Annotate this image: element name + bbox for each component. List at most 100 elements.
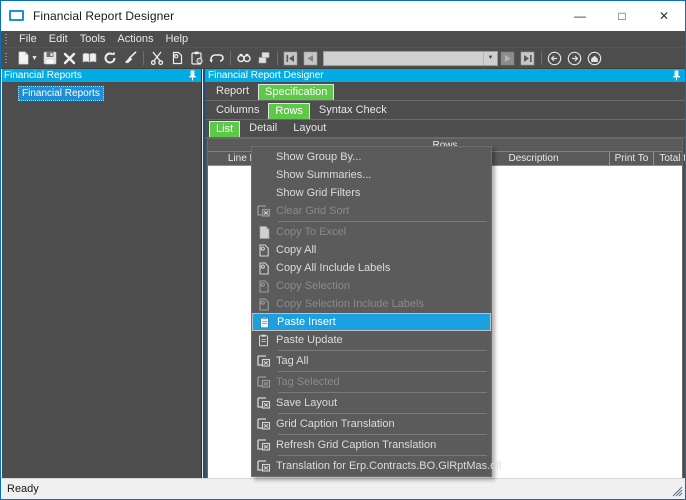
back-icon[interactable] [545, 49, 565, 68]
delete-icon[interactable] [60, 49, 80, 68]
tab-specification[interactable]: Specification [258, 84, 335, 100]
context-separator [278, 434, 487, 435]
tabs-level-1: Report Specification [205, 82, 685, 101]
context-item-translation-for-dll[interactable]: Translation for Erp.Contracts.BO.GlRptMa… [252, 457, 501, 475]
close-button[interactable]: ✕ [643, 1, 685, 31]
save-icon[interactable] [40, 49, 60, 68]
context-item-show-grid-filters[interactable]: Show Grid Filters [252, 184, 491, 202]
copy-icon[interactable] [167, 49, 187, 68]
context-item-refresh-grid-caption-translation[interactable]: Refresh Grid Caption Translation [252, 436, 491, 454]
menu-actions[interactable]: Actions [111, 32, 159, 47]
toolbar-separator-1 [142, 51, 144, 65]
menu-tools[interactable]: Tools [74, 32, 112, 47]
cut-icon[interactable] [147, 49, 167, 68]
find-icon[interactable] [234, 49, 254, 68]
tab-list[interactable]: List [209, 121, 241, 137]
grid-sort-icon [252, 202, 276, 220]
menu-help[interactable]: Help [159, 32, 194, 47]
status-text: Ready [7, 483, 39, 495]
paste-icon [252, 331, 276, 349]
tree-item-financial-reports[interactable]: Financial Reports [18, 86, 104, 101]
context-item-label: Copy Selection [276, 280, 350, 292]
context-item-label: Translation for Erp.Contracts.BO.GlRptMa… [276, 460, 502, 472]
menu-edit[interactable]: Edit [43, 32, 74, 47]
tag-icon [252, 457, 276, 475]
column-header-total-to[interactable]: Total to [654, 152, 685, 165]
tag-icon [252, 352, 276, 370]
last-record-icon[interactable] [518, 49, 538, 68]
menu-bar: File Edit Tools Actions Help [1, 31, 685, 48]
tag-icon [252, 394, 276, 412]
paste-icon[interactable] [187, 49, 207, 68]
context-item-label: Copy Selection Include Labels [276, 298, 424, 310]
tab-syntax-check[interactable]: Syntax Check [312, 102, 394, 119]
context-item-label: Paste Insert [277, 316, 336, 328]
forward-icon[interactable] [565, 49, 585, 68]
context-item-paste-update[interactable]: Paste Update [252, 331, 491, 349]
context-item-copy-all[interactable]: Copy All [252, 241, 491, 259]
pin-icon[interactable] [188, 70, 197, 81]
clear-icon[interactable] [120, 49, 140, 68]
tree-item-label: Financial Reports [22, 88, 100, 99]
context-item-copy-selection-include-labels[interactable]: Copy Selection Include Labels [252, 295, 491, 313]
context-separator [278, 392, 487, 393]
context-item-copy-all-include-labels[interactable]: Copy All Include Labels [252, 259, 491, 277]
copy-icon [252, 277, 276, 295]
maximize-button[interactable]: □ [601, 1, 643, 31]
context-item-label: Copy All [276, 244, 317, 256]
toolbar-separator-3 [276, 51, 278, 65]
no-icon [252, 148, 276, 166]
next-record-icon[interactable] [498, 49, 518, 68]
context-item-label: Copy To Excel [276, 226, 347, 238]
grid-context-menu: Show Group By... Show Summaries... Show … [251, 146, 501, 477]
no-icon [252, 184, 276, 202]
new-icon[interactable] [13, 49, 33, 68]
copy-rows-icon[interactable] [254, 49, 274, 68]
tab-report[interactable]: Report [209, 83, 256, 100]
context-item-label: Save Layout [276, 397, 338, 409]
context-item-copy-to-excel[interactable]: Copy To Excel [252, 223, 491, 241]
status-bar: Ready [1, 478, 685, 499]
context-item-copy-selection[interactable]: Copy Selection [252, 277, 491, 295]
context-item-tag-selected[interactable]: Tag Selected [252, 373, 491, 391]
tab-columns[interactable]: Columns [209, 102, 266, 119]
context-item-label: Show Group By... [276, 151, 362, 163]
left-panel-header: Financial Reports [2, 69, 201, 82]
previous-record-icon[interactable] [301, 49, 321, 68]
new-dropdown-caret[interactable]: ▼ [31, 55, 38, 62]
context-item-grid-caption-translation[interactable]: Grid Caption Translation [252, 415, 491, 433]
main-toolbar: ▼ ▼ [1, 48, 685, 69]
tab-detail[interactable]: Detail [242, 120, 284, 137]
tab-rows[interactable]: Rows [268, 103, 310, 119]
tag-icon [252, 436, 276, 454]
context-item-clear-grid-sort[interactable]: Clear Grid Sort [252, 202, 491, 220]
tabs-level-3: List Detail Layout [205, 120, 685, 138]
book-icon[interactable] [80, 49, 100, 68]
window-controls: — □ ✕ [559, 1, 685, 31]
context-item-paste-insert[interactable]: Paste Insert [252, 313, 491, 331]
tab-layout[interactable]: Layout [286, 120, 333, 137]
context-item-show-summaries[interactable]: Show Summaries... [252, 166, 491, 184]
context-item-show-group-by[interactable]: Show Group By... [252, 148, 491, 166]
menu-file[interactable]: File [13, 32, 43, 47]
resize-grip[interactable] [671, 485, 683, 497]
home-icon[interactable] [585, 49, 605, 68]
first-record-icon[interactable] [281, 49, 301, 68]
tag-icon [252, 373, 276, 391]
context-item-save-layout[interactable]: Save Layout [252, 394, 491, 412]
menubar-grip[interactable] [3, 32, 10, 46]
record-combo[interactable]: ▼ [322, 50, 498, 66]
minimize-button[interactable]: — [559, 1, 601, 31]
context-item-tag-all[interactable]: Tag All [252, 352, 491, 370]
refresh-icon[interactable] [100, 49, 120, 68]
context-separator [278, 455, 487, 456]
chevron-down-icon[interactable]: ▼ [482, 51, 497, 65]
toolbar-separator-4 [540, 51, 542, 65]
pin-icon[interactable] [672, 70, 681, 81]
context-item-label: Show Summaries... [276, 169, 372, 181]
column-header-print-to[interactable]: Print To [610, 152, 654, 165]
undo-icon[interactable] [207, 49, 227, 68]
context-separator [278, 350, 487, 351]
toolbar-grip[interactable] [3, 51, 10, 65]
financial-reports-panel: Financial Reports Financial Reports [2, 69, 202, 479]
